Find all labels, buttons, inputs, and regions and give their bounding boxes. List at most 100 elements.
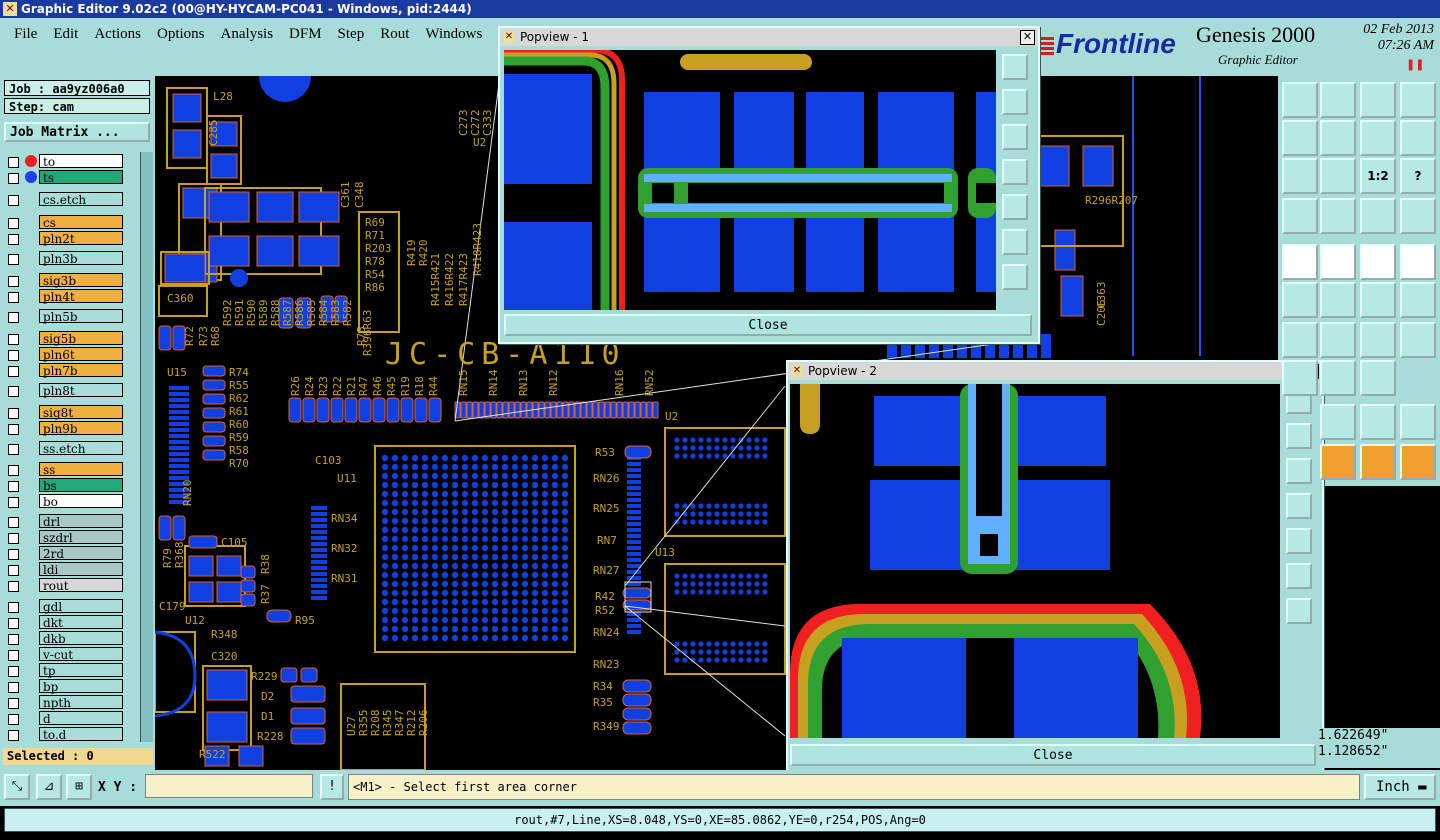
popview-2-close-button[interactable]: Close [790,744,1316,766]
layer-name[interactable]: to.d [39,727,123,742]
layer-checkbox[interactable] [8,312,19,323]
menu-edit[interactable]: Edit [45,22,86,46]
connect-icon[interactable] [1282,282,1318,318]
layer-checkbox[interactable] [8,730,19,741]
layer-name[interactable]: szdrl [39,530,123,545]
pads-icon[interactable] [1360,360,1396,396]
menu-windows[interactable]: Windows [417,22,490,46]
layer-name[interactable]: ts [39,170,123,185]
layer-checkbox[interactable] [8,254,19,265]
angle-icon[interactable] [1282,322,1318,358]
triangle-a-icon[interactable] [1320,404,1356,440]
grid-snap-icon[interactable]: ⊞ [66,774,92,800]
add-line-icon[interactable] [1320,244,1356,280]
pop-shrink-icon[interactable] [1286,563,1312,589]
layer-row-tp[interactable]: tp [5,663,125,678]
popview-1-view[interactable] [504,50,996,310]
layer-row-pln6t[interactable]: pln6t [5,347,125,362]
layer-row-pln2t[interactable]: pln2t [5,231,125,246]
layer-row-v-cut[interactable]: v-cut [5,647,125,662]
layer-checkbox[interactable] [8,408,19,419]
message-alert-icon[interactable]: ! [320,774,344,800]
pop-right-icon[interactable] [1286,528,1312,554]
layer-name[interactable]: cs [39,215,123,230]
text-icon[interactable] [1400,322,1436,358]
menu-dfm[interactable]: DFM [281,22,330,46]
layer-row-pln8t[interactable]: pln8t [5,383,125,398]
layer-name[interactable]: dkt [39,615,123,630]
layer-checkbox[interactable] [8,366,19,377]
layer-row-sig5b[interactable]: sig5b [5,331,125,346]
layer-checkbox[interactable] [8,444,19,455]
layer-checkbox[interactable] [8,714,19,725]
layer-name[interactable]: sig5b [39,331,123,346]
layer-row-cs.etch[interactable]: cs.etch [5,192,125,207]
layer-list-scrollbar[interactable] [140,152,153,742]
layer-name[interactable]: pln8t [39,383,123,398]
layer-checkbox[interactable] [8,234,19,245]
layer-checkbox[interactable] [8,292,19,303]
layer-row-bs[interactable]: bs [5,478,125,493]
pop-expand-icon[interactable] [1002,264,1028,290]
layer-row-dkt[interactable]: dkt [5,615,125,630]
layer-row-pln3b[interactable]: pln3b [5,251,125,266]
pop-right-icon[interactable] [1002,194,1028,220]
layer-name[interactable]: pln2t [39,231,123,246]
layer-row-bp[interactable]: bp [5,679,125,694]
layer-row-to[interactable]: to [5,154,125,169]
layer-name[interactable]: d [39,711,123,726]
layer-checkbox[interactable] [8,533,19,544]
popview-1-close-button[interactable]: Close [504,314,1032,336]
delete-icon[interactable] [1320,282,1356,318]
pop-up-icon[interactable] [1286,423,1312,449]
layer-checkbox[interactable] [8,666,19,677]
layer-checkbox[interactable] [8,157,19,168]
layer-checkbox[interactable] [8,334,19,345]
layer-checkbox[interactable] [8,386,19,397]
layer-name[interactable]: pln4t [39,289,123,304]
triangle-c-icon[interactable] [1400,404,1436,440]
zoom-profile-icon[interactable] [1360,82,1396,118]
layer-row-d[interactable]: d [5,711,125,726]
layer-checkbox[interactable] [8,618,19,629]
layer-checkbox[interactable] [8,517,19,528]
layer-checkbox[interactable] [8,424,19,435]
layer-name[interactable]: tp [39,663,123,678]
zoom-home-icon[interactable] [1282,82,1318,118]
pop-left-icon[interactable] [1286,493,1312,519]
xy-input[interactable] [145,774,313,798]
layer-row-gdl[interactable]: gdl [5,599,125,614]
select-point-icon[interactable] [1400,244,1436,280]
fit-icon[interactable] [1282,158,1318,194]
layer-name[interactable]: sig3b [39,273,123,288]
layer-row-szdrl[interactable]: szdrl [5,530,125,545]
layer-name[interactable]: gdl [39,599,123,614]
triangle-b-icon[interactable] [1360,404,1396,440]
layer-name[interactable]: v-cut [39,647,123,662]
pause-icon[interactable]: ❚❚ [1406,58,1424,71]
cursor-b-icon[interactable] [1360,444,1396,480]
zoom-step-icon[interactable] [1320,82,1356,118]
layer-checkbox[interactable] [8,650,19,661]
cursor-c-icon[interactable] [1400,444,1436,480]
net-b-icon[interactable] [1400,198,1436,234]
grid-icon[interactable] [1320,198,1356,234]
layer-checkbox[interactable] [8,581,19,592]
layer-row-to.d[interactable]: to.d [5,727,125,742]
menu-actions[interactable]: Actions [86,22,149,46]
redraw-icon[interactable] [1400,120,1436,156]
menu-options[interactable]: Options [149,22,213,46]
layer-name[interactable]: cs.etch [39,192,123,207]
ratio-icon[interactable]: 1:2 [1360,158,1396,194]
layer-checkbox[interactable] [8,698,19,709]
layer-checkbox[interactable] [8,481,19,492]
layer-checkbox[interactable] [8,276,19,287]
layer-row-pln9b[interactable]: pln9b [5,421,125,436]
pan-center-icon[interactable] [1360,120,1396,156]
layer-row-pln7b[interactable]: pln7b [5,363,125,378]
close-icon[interactable]: ✕ [1020,30,1035,45]
layer-name[interactable]: drl [39,514,123,529]
pop-down-icon[interactable] [1286,458,1312,484]
layer-row-bo[interactable]: bo [5,494,125,509]
snap-icon[interactable]: ⤡ [4,774,30,800]
